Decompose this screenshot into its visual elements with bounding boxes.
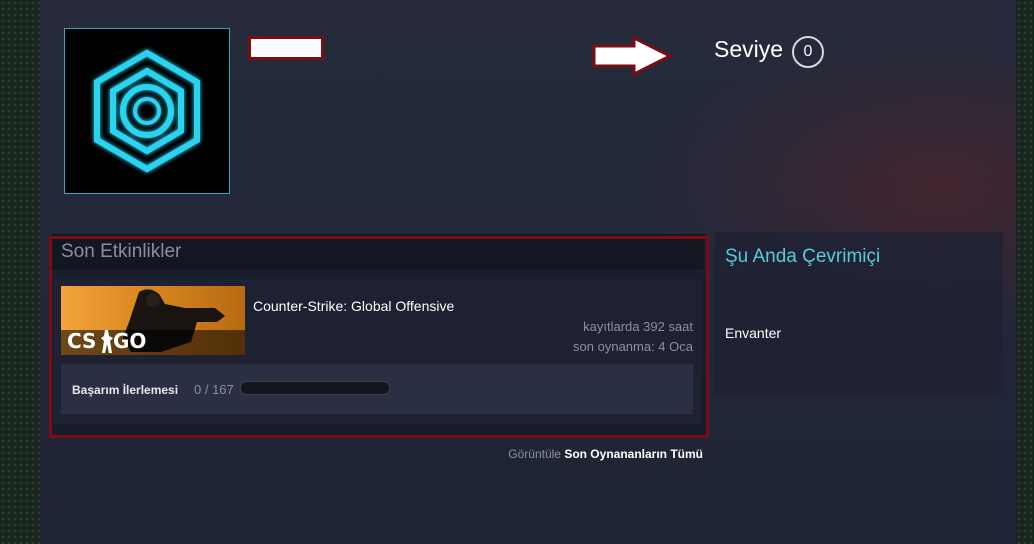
view-all-recent-games[interactable]: Görüntüle Son Oynananların Tümü: [508, 447, 703, 461]
hexagon-rings-icon: [94, 49, 200, 173]
game-last-played: son oynanma: 4 Oca: [573, 339, 693, 354]
online-status-title: Şu Anda Çevrimiçi: [725, 246, 881, 267]
level-label: Seviye: [714, 36, 784, 62]
inventory-link[interactable]: Envanter: [725, 325, 781, 341]
profile-avatar[interactable]: [64, 28, 230, 194]
page-background-pattern-right: [1016, 0, 1034, 544]
game-name-link[interactable]: Counter-Strike: Global Offensive: [253, 298, 454, 314]
page-background-pattern-left: [0, 0, 40, 544]
svg-text:CS: CS: [67, 329, 96, 353]
level-badge[interactable]: 0: [792, 36, 824, 68]
achievement-progress-bar: [240, 381, 390, 395]
recent-activity-title: Son Etkinlikler: [61, 241, 182, 262]
profile-name-redacted: [248, 36, 324, 60]
view-all-prefix: Görüntüle: [508, 447, 561, 461]
view-all-link[interactable]: Son Oynananların Tümü: [564, 447, 703, 461]
csgo-capsule-icon[interactable]: CS GO: [61, 286, 245, 355]
achievement-count: 0 / 167: [194, 382, 234, 397]
game-hours-on-record: kayıtlarda 392 saat: [583, 319, 693, 334]
right-arrow-icon: [592, 35, 674, 81]
achievement-progress-label[interactable]: Başarım İlerlemesi: [72, 383, 178, 397]
svg-text:GO: GO: [113, 329, 146, 353]
